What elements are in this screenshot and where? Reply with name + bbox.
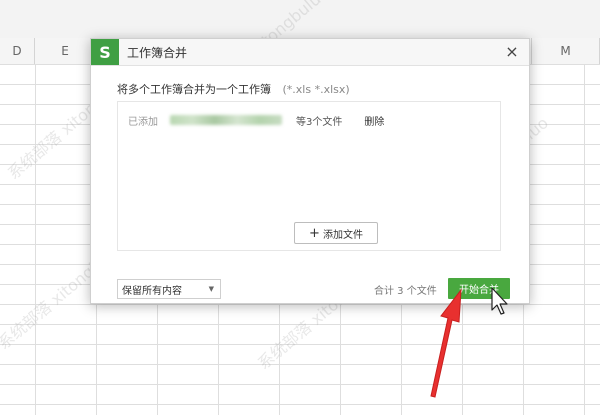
column-header-m[interactable]: M xyxy=(532,38,600,64)
total-files-text: 合计 3 个文件 xyxy=(374,286,437,297)
description-text: 将多个工作簿合并为一个工作簿 xyxy=(117,83,271,96)
chevron-down-icon: ▼ xyxy=(208,285,214,293)
add-file-label: 添加文件 xyxy=(322,229,363,241)
blurred-file-name xyxy=(170,115,282,125)
dialog-title: 工作簿合并 xyxy=(127,46,188,60)
column-header-d[interactable]: D xyxy=(0,38,35,64)
add-file-button[interactable]: + 添加文件 xyxy=(294,222,378,244)
plus-icon: + xyxy=(309,225,320,241)
column-header-e[interactable]: E xyxy=(35,38,96,64)
dialog-description: 将多个工作簿合并为一个工作簿 (*.xls *.xlsx) xyxy=(117,81,350,97)
dialog-titlebar[interactable]: S 工作簿合并 × xyxy=(91,39,529,66)
close-icon: × xyxy=(505,41,519,61)
merge-workbooks-dialog: S 工作簿合并 × 将多个工作簿合并为一个工作簿 (*.xls *.xlsx) … xyxy=(90,38,530,304)
added-label: 已添加 xyxy=(128,116,158,128)
keep-content-value: 保留所有内容 xyxy=(122,285,182,297)
file-list-panel: 已添加 等3个文件 删除 + 添加文件 xyxy=(117,101,501,251)
supported-extensions: (*.xls *.xlsx) xyxy=(282,83,350,96)
file-list-item: 已添加 等3个文件 删除 xyxy=(128,112,384,128)
file-count-text: 等3个文件 xyxy=(296,116,343,128)
start-merge-button[interactable]: 开始合并 xyxy=(448,278,510,299)
keep-content-select[interactable]: 保留所有内容 ▼ xyxy=(117,279,221,299)
app-logo-icon: S xyxy=(91,39,119,65)
close-button[interactable]: × xyxy=(503,41,521,61)
delete-link[interactable]: 删除 xyxy=(364,113,384,128)
